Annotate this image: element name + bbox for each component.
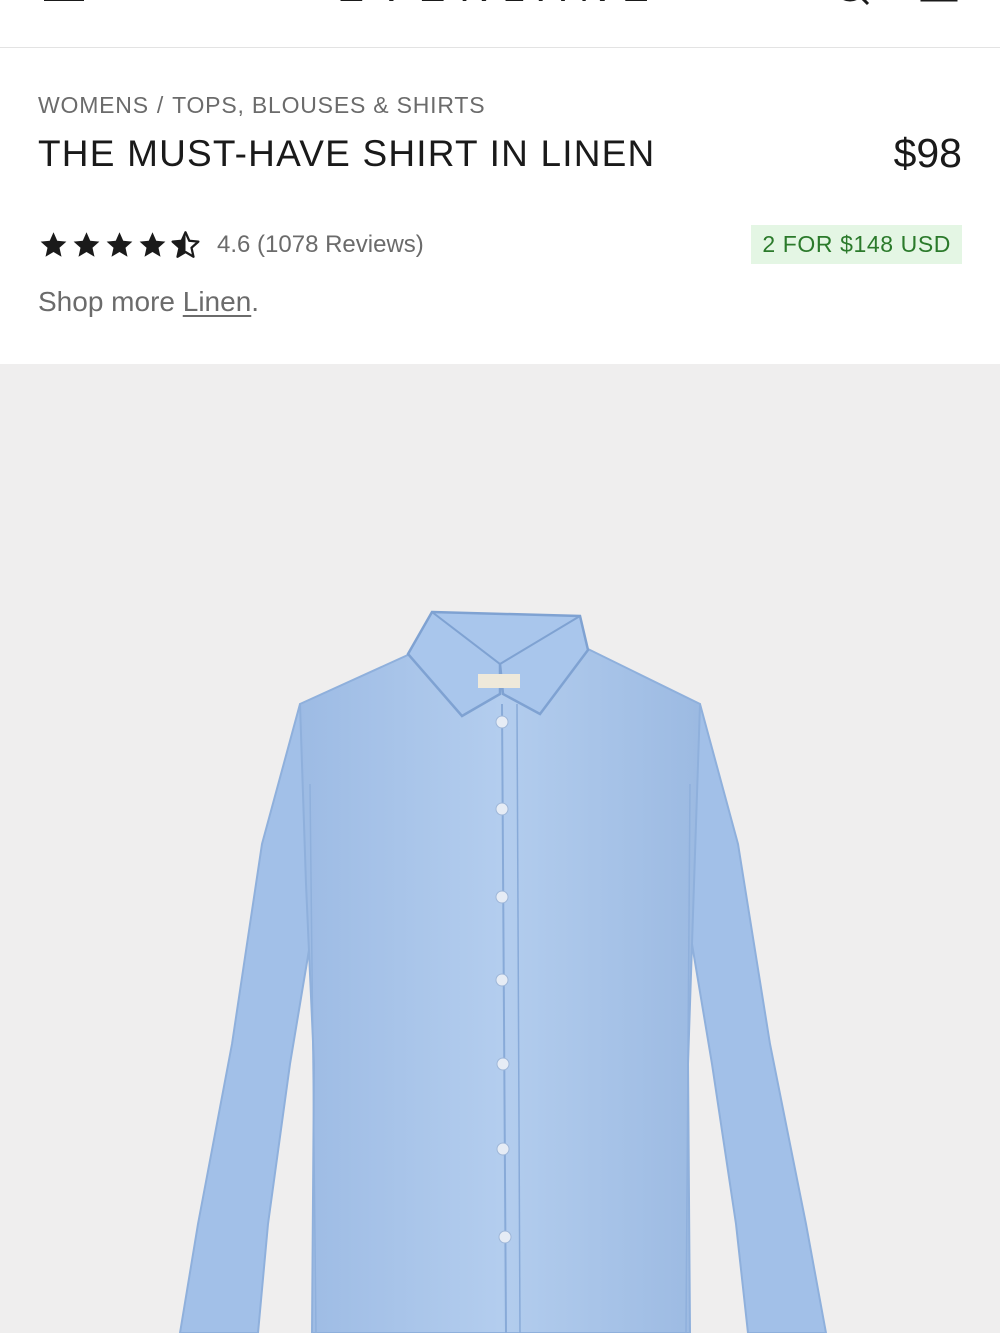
- star-icon: [106, 232, 133, 257]
- search-icon[interactable]: [832, 0, 872, 12]
- shop-more-linen-link[interactable]: Linen: [183, 286, 252, 317]
- product-page: EVERLANE WOMENS / TOPS, BLOUSES & SHIRTS T…: [0, 0, 1000, 1333]
- product-image[interactable]: [0, 364, 1000, 1333]
- star-icon: [40, 232, 67, 257]
- cart-icon[interactable]: [918, 0, 960, 12]
- rating-text[interactable]: 4.6 (1078 Reviews): [217, 231, 424, 259]
- breadcrumb-tops-blouses-shirts[interactable]: TOPS, BLOUSES & SHIRTS: [172, 92, 485, 118]
- star-icon: [73, 232, 100, 257]
- rating-stars: [38, 230, 201, 260]
- breadcrumb: WOMENS / TOPS, BLOUSES & SHIRTS: [38, 92, 485, 119]
- star-icon: [139, 232, 166, 257]
- product-price: $98: [893, 130, 962, 176]
- half-star-icon: [171, 231, 200, 258]
- breadcrumb-separator: /: [156, 92, 165, 118]
- shop-more-text: Shop more Linen.: [38, 286, 259, 318]
- promo-badge: 2 FOR $148 USD: [751, 225, 962, 264]
- site-header: EVERLANE: [0, 0, 1000, 48]
- product-title: THE MUST-HAVE SHIRT IN LINEN: [38, 133, 656, 174]
- shop-more-prefix: Shop more: [38, 286, 183, 317]
- linen-shirt-image: [178, 610, 828, 1333]
- breadcrumb-womens[interactable]: WOMENS: [38, 92, 149, 118]
- shop-more-suffix: .: [251, 286, 260, 317]
- rating[interactable]: 4.6 (1078 Reviews): [38, 229, 424, 261]
